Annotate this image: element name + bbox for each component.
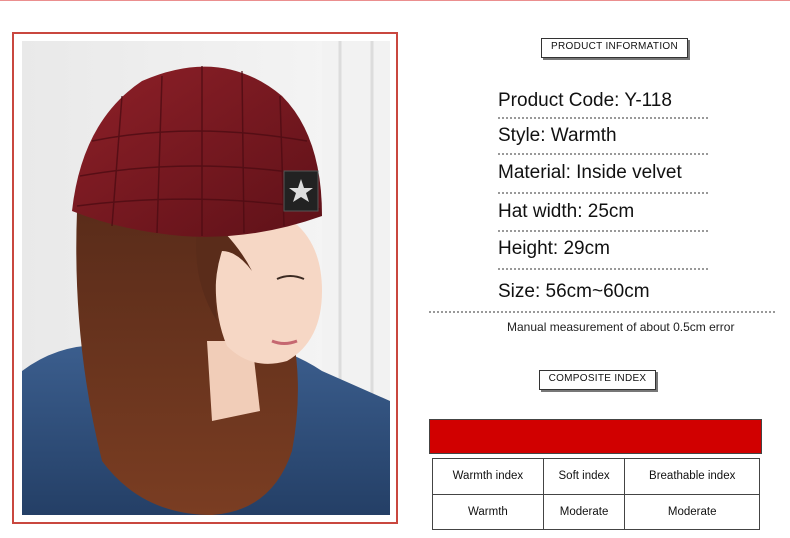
spec-material: Material: Inside velvet xyxy=(498,162,682,183)
spec-hat-width: Hat width: 25cm xyxy=(498,201,635,222)
spec-product-code: Product Code: Y-118 xyxy=(498,90,672,111)
top-rule xyxy=(0,0,790,8)
table-row: Warmth index Soft index Breathable index xyxy=(432,458,760,495)
divider xyxy=(498,268,708,270)
spec-height: Height: 29cm xyxy=(498,238,610,259)
divider xyxy=(498,153,708,155)
divider xyxy=(498,230,708,232)
product-photo xyxy=(22,41,390,515)
index-value-warmth: Warmth xyxy=(432,493,544,530)
index-header-soft: Soft index xyxy=(542,458,626,495)
index-value-soft: Moderate xyxy=(542,493,626,530)
index-header-breathable: Breathable index xyxy=(624,458,760,495)
divider xyxy=(429,311,775,313)
measurement-note: Manual measurement of about 0.5cm error xyxy=(507,320,735,334)
index-color-bar xyxy=(429,419,762,454)
index-header-warmth: Warmth index xyxy=(432,458,544,495)
index-value-breathable: Moderate xyxy=(624,493,760,530)
divider xyxy=(498,192,708,194)
composite-index-table: Warmth index Soft index Breathable index… xyxy=(432,458,760,530)
divider xyxy=(498,117,708,119)
spec-size: Size: 56cm~60cm xyxy=(498,281,650,302)
table-row: Warmth Moderate Moderate xyxy=(432,493,760,530)
product-information-header: PRODUCT INFORMATION xyxy=(541,38,688,58)
composite-index-header: COMPOSITE INDEX xyxy=(539,370,656,390)
spec-style: Style: Warmth xyxy=(498,125,617,146)
